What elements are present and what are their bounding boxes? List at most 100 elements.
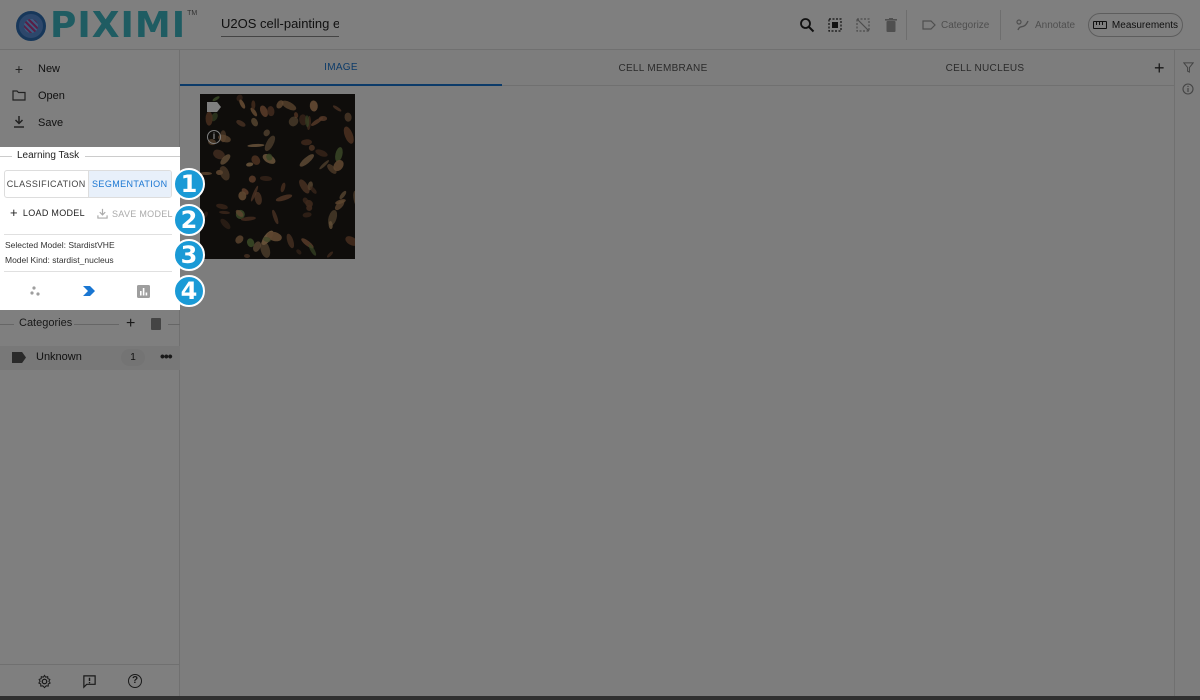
help-icon[interactable]: ? xyxy=(126,672,144,690)
cell-texture xyxy=(344,234,355,248)
tab-cell-nucleus[interactable]: CELL NUCLEUS xyxy=(824,50,1146,86)
cell-texture xyxy=(304,115,310,128)
add-tab-icon[interactable]: + xyxy=(1154,58,1165,79)
settings-icon[interactable] xyxy=(35,672,53,690)
category-label-icon xyxy=(12,352,26,363)
cell-texture xyxy=(326,250,335,259)
cell-texture xyxy=(237,98,246,110)
category-item[interactable]: Unknown 1 ••• xyxy=(0,346,180,370)
open-label: Open xyxy=(38,90,65,102)
tour-step-badge: 2 xyxy=(173,204,205,236)
toolbar-divider xyxy=(1000,10,1001,40)
categorize-button[interactable]: Categorize xyxy=(922,14,989,36)
annotate-button[interactable]: Annotate xyxy=(1016,14,1075,36)
measurements-button[interactable]: Measurements xyxy=(1088,13,1183,37)
feedback-icon[interactable] xyxy=(80,672,98,690)
cell-texture xyxy=(248,174,257,184)
divider xyxy=(4,271,172,272)
cell-texture xyxy=(332,104,343,114)
channel-tabs: IMAGE CELL MEMBRANE CELL NUCLEUS + xyxy=(180,50,1174,86)
cell-texture xyxy=(309,100,319,113)
cell-texture xyxy=(240,215,256,222)
plus-icon: + xyxy=(10,205,18,220)
cell-texture xyxy=(251,100,256,110)
image-thumbnail[interactable]: i xyxy=(200,94,355,259)
cell-texture xyxy=(308,144,315,152)
category-name: Unknown xyxy=(36,351,82,363)
tab-image[interactable]: IMAGE xyxy=(180,50,502,86)
categories-title: Categories xyxy=(19,317,73,329)
divider xyxy=(4,234,172,235)
new-label: New xyxy=(38,63,61,75)
sidebar-footer: ? xyxy=(0,664,180,696)
project-name-input[interactable]: U2OS cell-painting expe xyxy=(221,15,339,37)
load-model-button[interactable]: + LOAD MODEL xyxy=(10,205,85,220)
cell-texture xyxy=(318,115,328,121)
cell-texture xyxy=(247,143,265,148)
annotate-icon xyxy=(1016,19,1029,31)
app-root: PIXIMI TM U2OS cell-painting expe Catego… xyxy=(0,0,1200,696)
cell-texture xyxy=(344,112,353,123)
download-icon xyxy=(97,208,108,219)
cluster-icon[interactable] xyxy=(28,283,44,299)
piximi-logo: PIXIMI TM xyxy=(16,8,197,44)
cell-texture xyxy=(313,147,328,159)
cell-texture xyxy=(212,95,221,103)
cell-texture xyxy=(267,105,276,118)
cell-texture xyxy=(327,208,340,226)
cell-texture xyxy=(215,202,228,211)
bottom-strip xyxy=(0,696,1200,700)
info-icon[interactable] xyxy=(1181,82,1195,96)
top-bar: PIXIMI TM U2OS cell-painting expe Catego… xyxy=(0,0,1200,50)
download-icon xyxy=(12,115,26,131)
label-icon xyxy=(207,102,221,112)
add-category-icon[interactable]: + xyxy=(126,315,135,333)
right-toolbar xyxy=(1174,50,1200,696)
cell-texture xyxy=(245,162,254,168)
annotate-label: Annotate xyxy=(1035,19,1076,31)
task-toggle-group: CLASSIFICATION SEGMENTATION xyxy=(4,170,172,198)
cell-texture xyxy=(297,151,316,168)
logo-mark-icon xyxy=(16,11,46,41)
logo-text: PIXIMI xyxy=(50,5,187,46)
select-all-icon[interactable] xyxy=(824,14,846,36)
predict-chevron-icon[interactable] xyxy=(81,283,97,299)
open-project-button[interactable]: Open xyxy=(12,86,65,106)
cell-texture xyxy=(244,253,251,259)
evaluate-chart-icon[interactable] xyxy=(135,283,151,299)
learning-task-panel: Learning Task CLASSIFICATION SEGMENTATIO… xyxy=(0,147,180,310)
cell-texture xyxy=(260,175,273,181)
categories-header: Categories + xyxy=(0,315,180,333)
save-project-button[interactable]: Save xyxy=(12,113,63,133)
deselect-icon[interactable] xyxy=(852,14,874,36)
zoom-icon[interactable] xyxy=(796,14,818,36)
segmentation-toggle[interactable]: SEGMENTATION xyxy=(87,171,171,197)
selected-model-text: Selected Model: StardistVHE xyxy=(5,240,115,250)
cell-texture xyxy=(341,124,355,145)
cell-texture xyxy=(249,116,259,128)
new-project-button[interactable]: + New xyxy=(12,59,60,79)
divider xyxy=(0,324,14,325)
plus-icon: + xyxy=(14,61,24,77)
category-count-badge: 1 xyxy=(121,349,145,366)
delete-category-icon[interactable] xyxy=(151,318,161,330)
cell-texture xyxy=(302,211,312,218)
categorize-label: Categorize xyxy=(941,19,990,31)
divider xyxy=(85,156,180,157)
classification-toggle[interactable]: CLASSIFICATION xyxy=(5,171,88,197)
divider xyxy=(0,156,12,157)
delete-icon[interactable] xyxy=(880,14,902,36)
logo-trademark: TM xyxy=(187,10,198,17)
save-label: Save xyxy=(38,117,64,129)
cell-texture xyxy=(285,232,296,249)
save-model-button[interactable]: SAVE MODEL xyxy=(97,208,173,219)
cell-texture xyxy=(274,192,294,204)
tour-step-badge: 1 xyxy=(173,168,205,200)
filter-icon[interactable] xyxy=(1181,60,1195,74)
tab-cell-membrane[interactable]: CELL MEMBRANE xyxy=(502,50,824,86)
tour-step-badge: 4 xyxy=(173,275,205,307)
save-model-label: SAVE MODEL xyxy=(112,208,173,219)
learning-task-title: Learning Task xyxy=(17,150,80,161)
more-options-icon[interactable]: ••• xyxy=(160,348,173,364)
info-icon[interactable]: i xyxy=(207,130,221,144)
